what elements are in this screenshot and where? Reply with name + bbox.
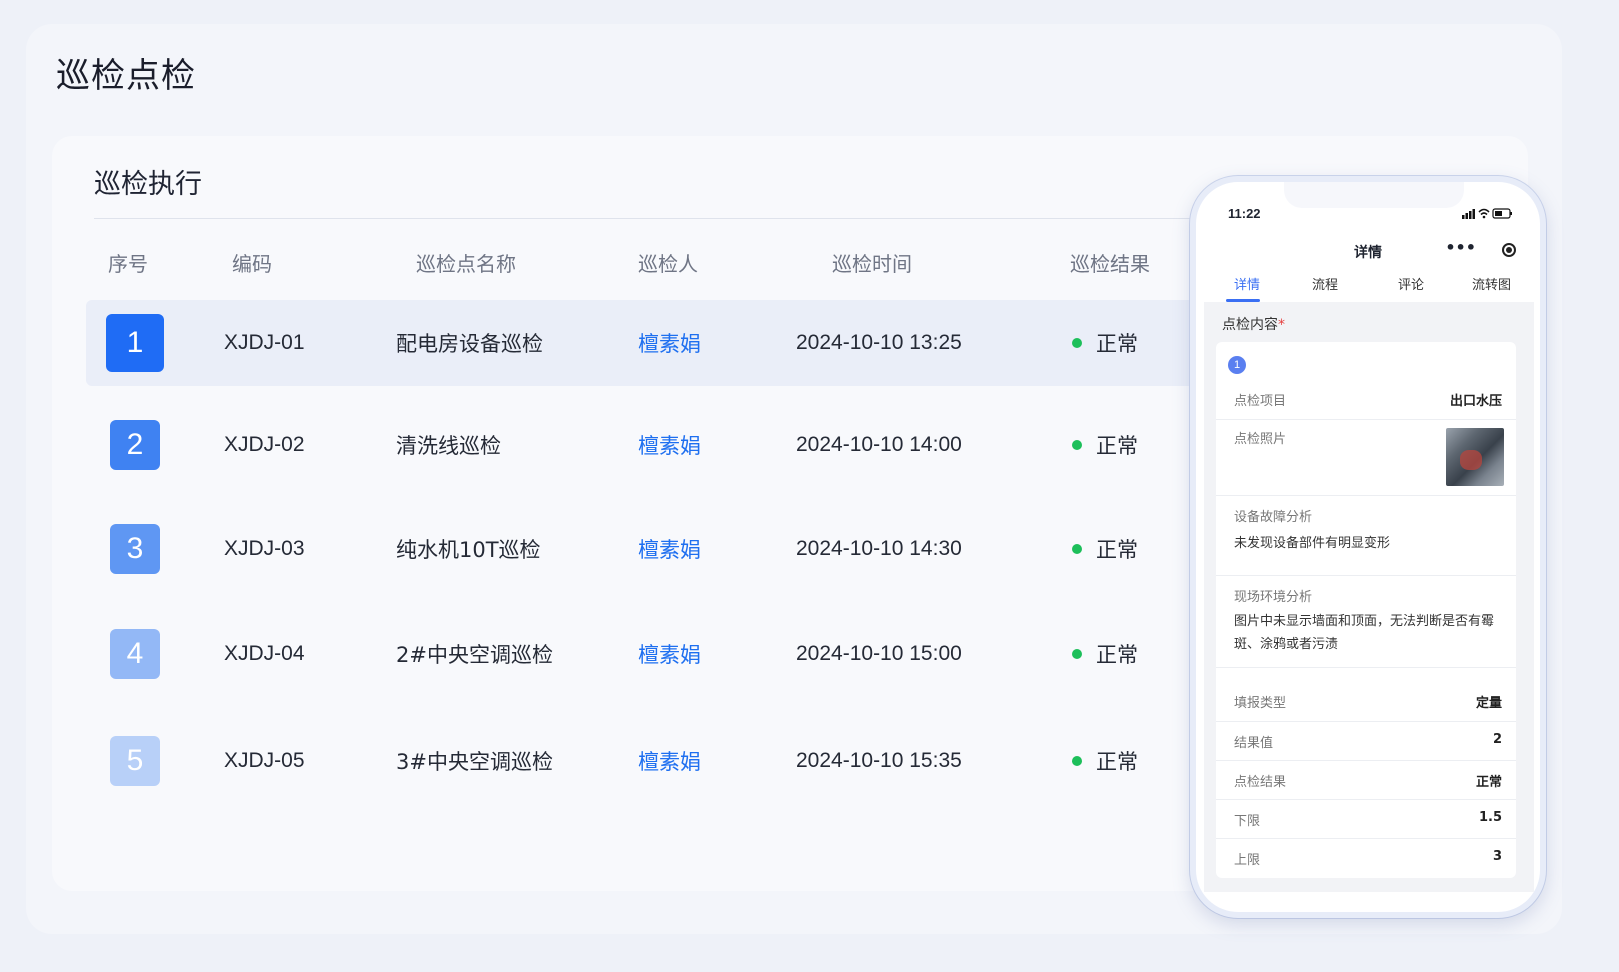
column-header-index: 序号 xyxy=(108,252,148,276)
field-upper-limit: 上限 3 xyxy=(1216,839,1516,878)
inspector-link[interactable]: 檀素娟 xyxy=(638,328,701,358)
inspector-link[interactable]: 檀素娟 xyxy=(638,639,701,669)
status-bar-icons xyxy=(1462,207,1514,222)
row-index-badge: 5 xyxy=(110,736,160,786)
field-label: 填报类型 xyxy=(1234,696,1287,711)
column-header-code: 编码 xyxy=(232,252,272,276)
divider xyxy=(94,218,1284,219)
row-name: 2#中央空调巡检 xyxy=(396,643,553,667)
section-title-text: 点检内容 xyxy=(1222,317,1278,333)
row-index-badge: 2 xyxy=(110,420,160,470)
field-value: 3 xyxy=(1492,849,1502,864)
field-label: 现场环境分析 xyxy=(1234,590,1313,605)
field-label: 下限 xyxy=(1234,814,1261,829)
row-code: XJDJ-03 xyxy=(224,537,305,560)
row-code: XJDJ-02 xyxy=(224,433,305,456)
signal-wifi-battery-icon xyxy=(1462,208,1512,219)
row-result: 正常 xyxy=(1096,643,1138,667)
inspector-link[interactable]: 檀素娟 xyxy=(638,430,701,460)
more-icon[interactable]: ••• xyxy=(1445,238,1476,257)
status-dot xyxy=(1072,440,1082,450)
field-lower-limit: 下限 1.5 xyxy=(1216,800,1516,839)
row-time: 2024-10-10 13:25 xyxy=(796,331,962,354)
status-dot xyxy=(1072,544,1082,554)
row-name: 配电房设备巡检 xyxy=(396,332,543,356)
field-value: 2 xyxy=(1492,732,1502,747)
field-env-analysis: 现场环境分析 图片中未显示墙面和顶面，无法判断是否有霉斑、涂鸦或者污渍 xyxy=(1216,576,1516,668)
tab-process[interactable]: 流程 xyxy=(1312,274,1338,293)
status-dot xyxy=(1072,338,1082,348)
field-label: 结果值 xyxy=(1234,736,1274,751)
inspection-photo[interactable] xyxy=(1446,428,1504,486)
tab-comment[interactable]: 评论 xyxy=(1398,274,1424,293)
field-label: 设备故障分析 xyxy=(1234,510,1313,525)
row-time: 2024-10-10 14:00 xyxy=(796,433,962,456)
field-result-value: 结果值 2 xyxy=(1216,722,1516,761)
row-time: 2024-10-10 15:00 xyxy=(796,642,962,665)
tab-detail[interactable]: 详情 xyxy=(1234,274,1260,293)
row-code: XJDJ-05 xyxy=(224,749,305,772)
row-index-badge: 3 xyxy=(110,524,160,574)
target-icon[interactable] xyxy=(1502,243,1516,257)
field-fault-analysis: 设备故障分析 未发现设备部件有明显变形 xyxy=(1216,496,1516,576)
inspector-link[interactable]: 檀素娟 xyxy=(638,534,701,564)
card-title: 巡检执行 xyxy=(94,169,202,200)
phone-clock: 11:22 xyxy=(1228,206,1261,221)
row-index-badge: 1 xyxy=(106,314,164,372)
row-name: 清洗线巡检 xyxy=(396,434,501,458)
phone-body: 点检内容* 1 点检项目 出口水压 点检照片 设备故障分析 未发现设备部件有明显… xyxy=(1204,302,1534,892)
phone-tabs: 详情 流程 评论 流转图 xyxy=(1204,274,1534,304)
field-label: 上限 xyxy=(1234,853,1261,868)
phone-header-title: 详情 xyxy=(1354,245,1382,261)
field-check-result: 点检结果 正常 xyxy=(1216,761,1516,800)
table-row[interactable]: 4 XJDJ-04 2#中央空调巡检 檀素娟 2024-10-10 15:00 … xyxy=(86,611,1276,697)
phone-mockup: 11:22 详情 ••• 详情 流程 评论 流转图 点检内容* 1 点检项目 出… xyxy=(1190,176,1546,918)
column-header-time: 巡检时间 xyxy=(832,252,912,276)
row-code: XJDJ-01 xyxy=(224,331,305,354)
item-number-badge: 1 xyxy=(1228,356,1246,374)
page-title: 巡检点检 xyxy=(56,56,196,96)
row-name: 3#中央空调巡检 xyxy=(396,750,553,774)
row-code: XJDJ-04 xyxy=(224,642,305,665)
field-label: 点检结果 xyxy=(1234,775,1287,790)
inspector-link[interactable]: 檀素娟 xyxy=(638,746,701,776)
column-header-name: 巡检点名称 xyxy=(416,252,516,276)
row-time: 2024-10-10 14:30 xyxy=(796,537,962,560)
phone-notch xyxy=(1284,182,1464,208)
table-header: 序号 编码 巡检点名称 巡检人 巡检时间 巡检结果 xyxy=(52,248,1252,288)
row-time: 2024-10-10 15:35 xyxy=(796,749,962,772)
field-photo: 点检照片 xyxy=(1216,420,1516,496)
field-label: 点检项目 xyxy=(1234,394,1287,409)
column-header-result: 巡检结果 xyxy=(1070,252,1150,276)
table-row[interactable]: 1 XJDJ-01 配电房设备巡检 檀素娟 2024-10-10 13:25 正… xyxy=(86,300,1276,386)
row-index-badge: 4 xyxy=(110,629,160,679)
field-label: 点检照片 xyxy=(1234,432,1287,447)
field-type: 填报类型 定量 xyxy=(1216,682,1516,722)
tab-flowchart[interactable]: 流转图 xyxy=(1472,274,1511,293)
required-mark: * xyxy=(1278,317,1285,333)
status-dot xyxy=(1072,649,1082,659)
row-result: 正常 xyxy=(1096,332,1138,356)
field-item: 点检项目 出口水压 xyxy=(1216,384,1516,420)
field-value: 定量 xyxy=(1475,696,1502,711)
table-row[interactable]: 3 XJDJ-03 纯水机10T巡检 檀素娟 2024-10-10 14:30 … xyxy=(86,506,1276,592)
section-title: 点检内容* xyxy=(1222,314,1285,334)
field-text: 图片中未显示墙面和顶面，无法判断是否有霉斑、涂鸦或者污渍 xyxy=(1234,614,1495,652)
row-result: 正常 xyxy=(1096,538,1138,562)
column-header-inspector: 巡检人 xyxy=(638,252,698,276)
field-value: 出口水压 xyxy=(1449,394,1502,409)
detail-card: 1 点检项目 出口水压 点检照片 设备故障分析 未发现设备部件有明显变形 现场环… xyxy=(1216,342,1516,878)
field-text: 未发现设备部件有明显变形 xyxy=(1234,536,1391,551)
field-value: 正常 xyxy=(1475,775,1502,790)
table-row[interactable]: 2 XJDJ-02 清洗线巡检 檀素娟 2024-10-10 14:00 正常 xyxy=(86,402,1276,488)
field-value: 1.5 xyxy=(1478,810,1502,825)
table-row[interactable]: 5 XJDJ-05 3#中央空调巡检 檀素娟 2024-10-10 15:35 … xyxy=(86,718,1276,804)
status-dot xyxy=(1072,756,1082,766)
row-result: 正常 xyxy=(1096,434,1138,458)
row-name: 纯水机10T巡检 xyxy=(396,538,541,562)
row-result: 正常 xyxy=(1096,750,1138,774)
